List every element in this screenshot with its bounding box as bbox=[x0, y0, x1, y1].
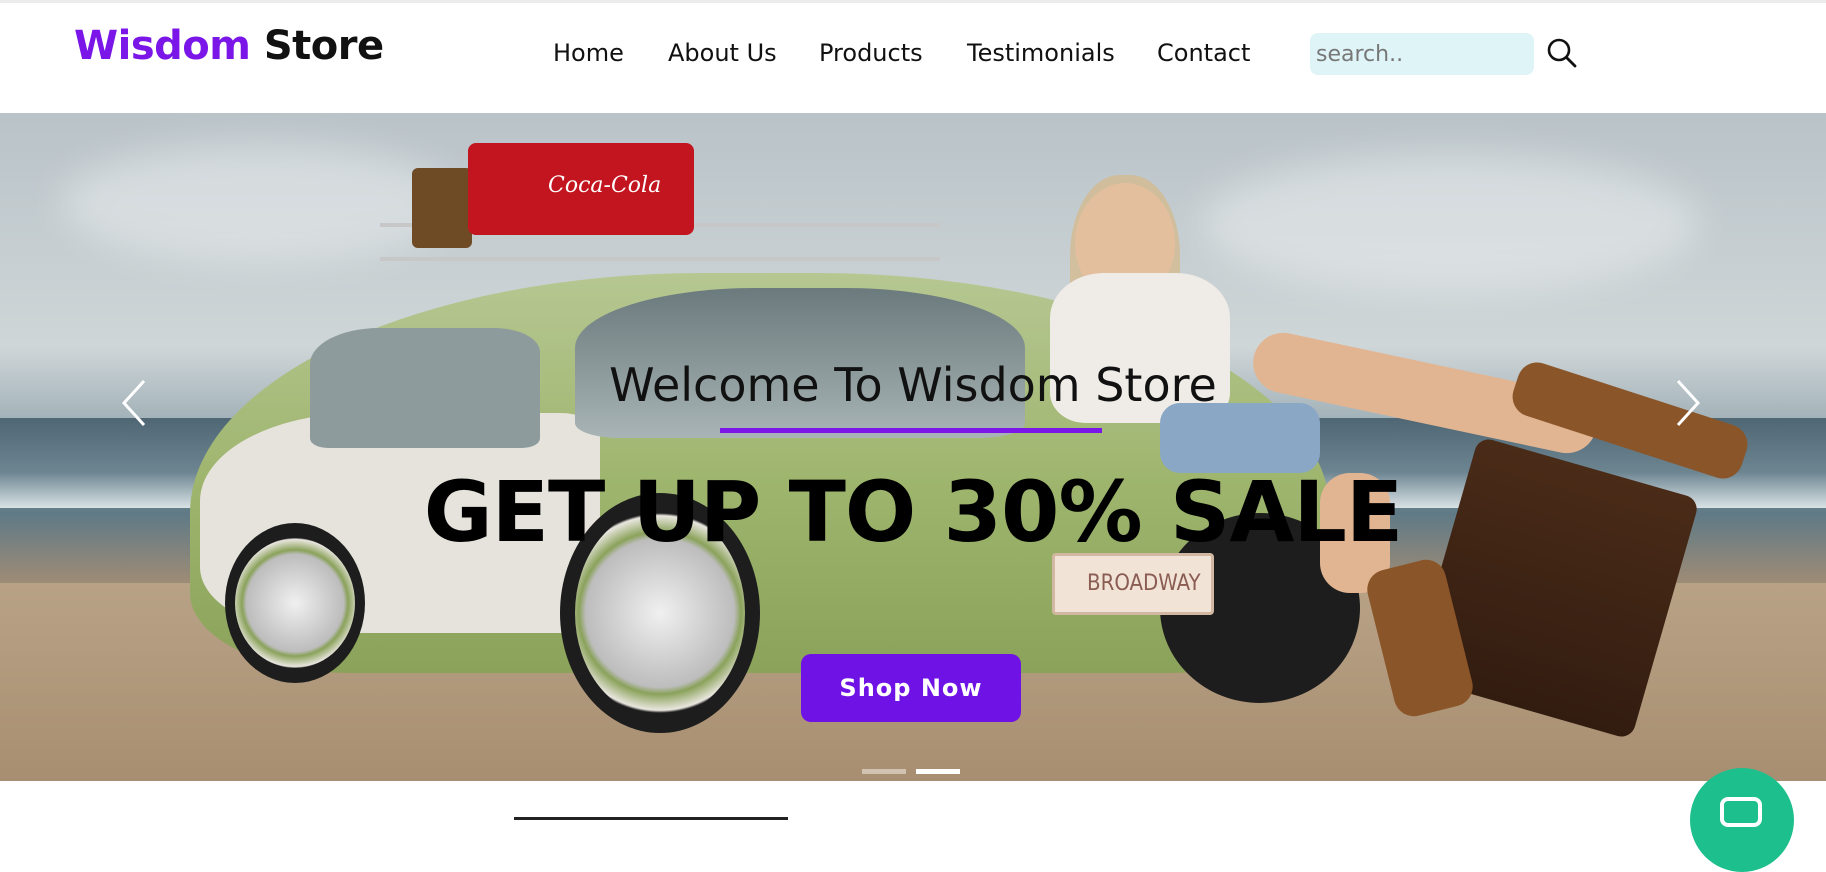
nav-home[interactable]: Home bbox=[553, 39, 624, 67]
picnic-basket bbox=[412, 168, 472, 248]
site-header: Wisdom Store Home About Us Products Test… bbox=[0, 3, 1826, 113]
nav-testimonials[interactable]: Testimonials bbox=[967, 39, 1115, 67]
site-logo[interactable]: Wisdom Store bbox=[74, 23, 384, 69]
logo-wisdom: Wisdom bbox=[74, 23, 251, 69]
cloud bbox=[1200, 153, 1700, 293]
plate-text: BROADWAY bbox=[1087, 571, 1201, 596]
nav-about-us[interactable]: About Us bbox=[668, 39, 777, 67]
chevron-left-icon[interactable] bbox=[116, 373, 156, 433]
cooler-logo: Coca-Cola bbox=[548, 173, 662, 198]
carousel-indicator-1[interactable] bbox=[862, 769, 906, 774]
logo-store: Store bbox=[263, 23, 384, 69]
carousel-indicator-2[interactable] bbox=[916, 769, 960, 774]
hero-carousel: Coca-Cola BROADWAY Welcome To Wisdom Sto… bbox=[0, 113, 1826, 781]
chevron-right-icon[interactable] bbox=[1666, 373, 1706, 433]
shop-now-button[interactable]: Shop Now bbox=[801, 654, 1021, 722]
search-input[interactable] bbox=[1310, 33, 1534, 75]
hero-welcome: Welcome To Wisdom Store bbox=[609, 358, 1217, 412]
hero-underline bbox=[720, 428, 1102, 433]
search-icon[interactable] bbox=[1546, 37, 1578, 69]
nav-contact[interactable]: Contact bbox=[1157, 39, 1250, 67]
nav-products[interactable]: Products bbox=[819, 39, 923, 67]
chat-icon bbox=[1720, 797, 1762, 827]
hero-headline: GET UP TO 30% SALE bbox=[423, 463, 1404, 561]
